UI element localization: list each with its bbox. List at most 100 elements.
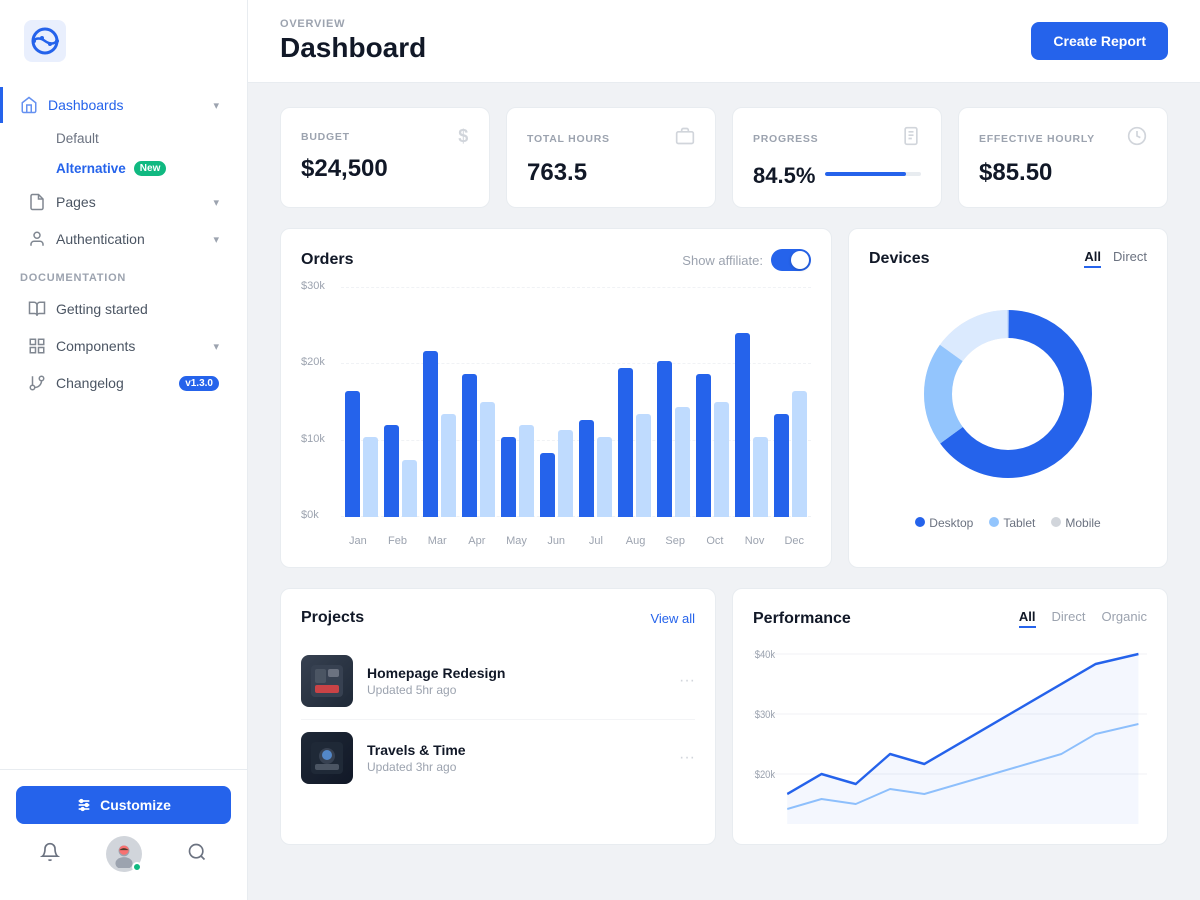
bar-blue — [540, 453, 555, 517]
sidebar-item-label: Changelog — [56, 375, 124, 391]
notifications-button[interactable] — [36, 838, 64, 871]
project-thumb-1 — [301, 655, 353, 707]
home-icon — [20, 96, 38, 114]
stat-value: 763.5 — [527, 159, 695, 187]
project-info-2: Travels & Time Updated 3hr ago — [367, 742, 665, 774]
grid-icon — [28, 337, 46, 355]
affiliate-toggle[interactable] — [771, 249, 811, 271]
git-branch-icon — [28, 374, 46, 392]
bar-month-label: May — [500, 535, 534, 547]
bar-month-label: Jan — [341, 535, 375, 547]
bar-group — [345, 287, 378, 517]
bar-month-label: Jul — [579, 535, 613, 547]
stat-value: $85.50 — [979, 159, 1147, 187]
sidebar-item-authentication[interactable]: Authentication ▾ — [8, 221, 239, 257]
projects-header: Projects View all — [301, 609, 695, 627]
affiliate-toggle-wrap: Show affiliate: — [682, 249, 811, 271]
stat-label: EFFECTIVE HOURLY — [979, 126, 1147, 151]
customize-button[interactable]: Customize — [16, 786, 231, 824]
project-updated: Updated 5hr ago — [367, 683, 665, 697]
sidebar-item-label: Authentication — [56, 231, 145, 247]
stat-label: TOTAL HOURS — [527, 126, 695, 151]
chevron-icon: ▾ — [213, 99, 219, 112]
project-info-1: Homepage Redesign Updated 5hr ago — [367, 665, 665, 697]
sidebar-item-label: Getting started — [56, 301, 148, 317]
search-icon — [187, 842, 207, 862]
bar-chart-bars — [341, 287, 811, 517]
affiliate-label: Show affiliate: — [682, 253, 763, 268]
bar-blue — [579, 420, 594, 517]
sidebar: Dashboards ▾ Default Alternative New Pag… — [0, 0, 248, 900]
bar-light — [441, 414, 456, 518]
sidebar-sub-alternative[interactable]: Alternative New — [8, 154, 239, 183]
dashboard-content: BUDGET $ $24,500 TOTAL HOURS 763.5 PROGR… — [248, 83, 1200, 869]
sidebar-footer: Customize — [0, 769, 247, 900]
project-item: Travels & Time Updated 3hr ago ··· — [301, 720, 695, 796]
projects-list: Homepage Redesign Updated 5hr ago ··· — [301, 643, 695, 796]
tab-all[interactable]: All — [1084, 249, 1101, 268]
devices-legend: Desktop Tablet Mobile — [869, 516, 1147, 530]
chevron-icon: ▾ — [213, 233, 219, 246]
bar-light — [519, 425, 534, 517]
dollar-icon: $ — [458, 126, 469, 147]
stat-card-budget: BUDGET $ $24,500 — [280, 107, 490, 208]
performance-chart: $40k $30k $20k — [753, 644, 1147, 824]
devices-tabs: All Direct — [1084, 249, 1147, 268]
project-thumb-image-1 — [311, 665, 343, 697]
view-all-link[interactable]: View all — [650, 611, 695, 626]
stat-cards: BUDGET $ $24,500 TOTAL HOURS 763.5 PROGR… — [280, 107, 1168, 208]
bar-group — [423, 287, 456, 517]
tab-all[interactable]: All — [1019, 609, 1036, 628]
logo-icon — [24, 20, 66, 62]
orders-chart-title: Orders — [301, 251, 353, 269]
project-name: Homepage Redesign — [367, 665, 665, 681]
project-menu-dots[interactable]: ··· — [679, 749, 695, 767]
sidebar-item-changelog[interactable]: Changelog v1.3.0 — [8, 365, 239, 401]
devices-chart-title: Devices — [869, 250, 930, 268]
bar-group — [501, 287, 534, 517]
sidebar-item-pages[interactable]: Pages ▾ — [8, 184, 239, 220]
file-icon — [28, 193, 46, 211]
bar-light — [363, 437, 378, 518]
bar-light — [753, 437, 768, 518]
stat-card-hours: TOTAL HOURS 763.5 — [506, 107, 716, 208]
clock-icon — [1127, 126, 1147, 151]
sliders-icon — [76, 797, 92, 813]
page-header: OVERVIEW Dashboard Create Report — [248, 0, 1200, 83]
bar-light — [636, 414, 651, 518]
user-avatar-wrap[interactable] — [106, 836, 142, 872]
sidebar-sub-default[interactable]: Default — [8, 124, 239, 153]
bar-light — [402, 460, 417, 518]
svg-text:$20k: $20k — [755, 769, 776, 781]
bar-blue — [735, 333, 750, 517]
sidebar-item-dashboards[interactable]: Dashboards ▾ — [0, 87, 239, 123]
sidebar-item-getting-started[interactable]: Getting started — [8, 291, 239, 327]
bar-month-label: Oct — [698, 535, 732, 547]
bar-group — [657, 287, 690, 517]
bar-blue — [423, 351, 438, 517]
project-item: Homepage Redesign Updated 5hr ago ··· — [301, 643, 695, 720]
tab-direct[interactable]: Direct — [1113, 249, 1147, 268]
orders-chart-header: Orders Show affiliate: — [301, 249, 811, 271]
performance-card: Performance All Direct Organic $40k — [732, 588, 1168, 845]
create-report-button[interactable]: Create Report — [1031, 22, 1168, 60]
bar-light — [597, 437, 612, 518]
tab-organic[interactable]: Organic — [1101, 609, 1147, 628]
bottom-row: Projects View all — [280, 588, 1168, 845]
bar-month-label: Jun — [539, 535, 573, 547]
sidebar-item-components[interactable]: Components ▾ — [8, 328, 239, 364]
new-badge: New — [134, 161, 167, 176]
clipboard-icon — [901, 126, 921, 151]
projects-title: Projects — [301, 609, 364, 627]
search-button[interactable] — [183, 838, 211, 871]
project-menu-dots[interactable]: ··· — [679, 672, 695, 690]
bar-blue — [657, 361, 672, 517]
performance-chart-area: $40k $30k $20k — [753, 644, 1147, 824]
performance-title: Performance — [753, 610, 851, 628]
stat-card-progress: PROGRESS 84.5% — [732, 107, 942, 208]
bar-month-label: Mar — [420, 535, 454, 547]
tab-direct[interactable]: Direct — [1052, 609, 1086, 628]
sidebar-bottom-actions — [16, 824, 231, 884]
legend-desktop: Desktop — [915, 516, 973, 530]
bar-light — [714, 402, 729, 517]
